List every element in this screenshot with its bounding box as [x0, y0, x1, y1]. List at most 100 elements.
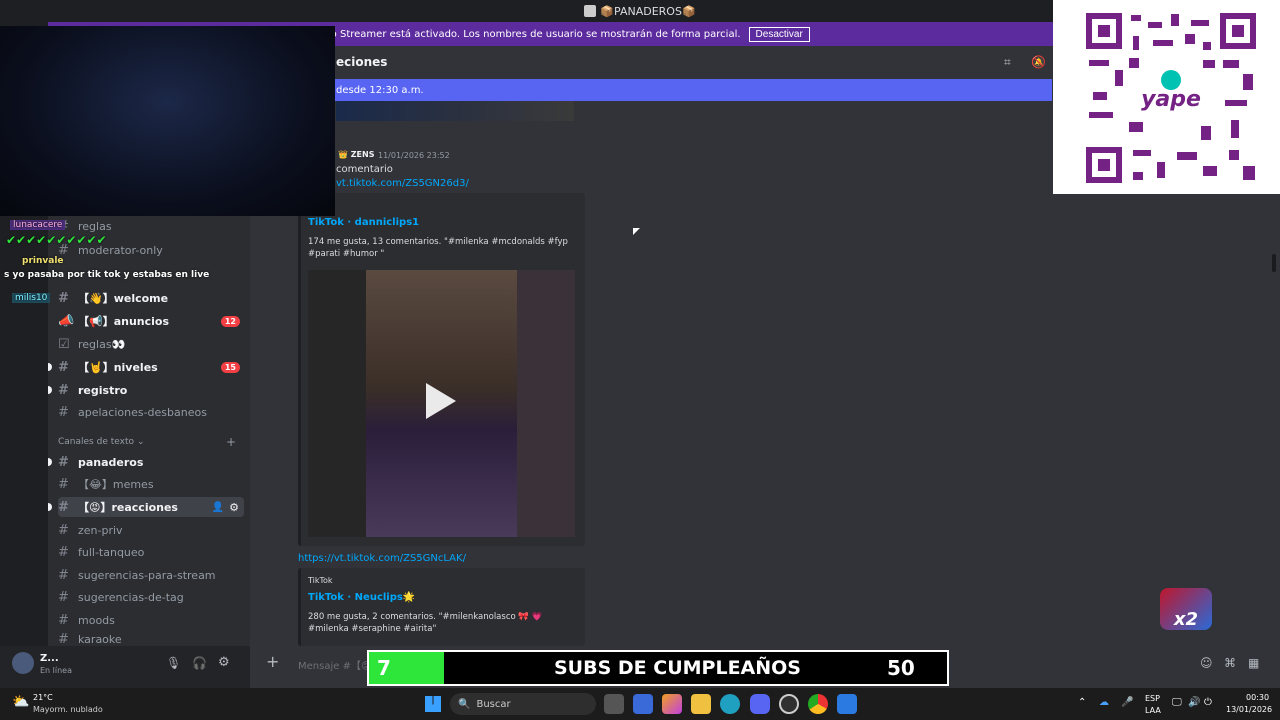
battery-icon[interactable]: ⏻	[1204, 697, 1212, 708]
mic-tray-icon[interactable]: 🎤	[1121, 697, 1133, 708]
rules-icon: ☑	[58, 336, 70, 352]
text-channel-icon: #	[58, 632, 69, 646]
headphones-icon[interactable]: 🎧	[192, 656, 207, 670]
store-icon[interactable]	[633, 694, 653, 714]
user-panel	[0, 646, 250, 688]
previous-video-thumbnail[interactable]	[336, 101, 574, 121]
channel-sugerencias-tag[interactable]: # sugerencias-de-tag	[58, 587, 244, 607]
copilot-icon[interactable]	[662, 694, 682, 714]
settings-gear-icon[interactable]: ⚙	[218, 655, 230, 670]
user-name: Z...	[40, 653, 59, 664]
gift-icon[interactable]: ☺	[1200, 656, 1213, 670]
network-icon[interactable]: 🖵	[1172, 697, 1182, 708]
embed-description-2: 280 me gusta, 2 comentarios. "#milenkano…	[308, 612, 543, 634]
message-author-badge: 👑 ZENS	[338, 150, 375, 159]
gear-icon[interactable]: ⚙	[229, 501, 239, 514]
text-channel-icon: #	[58, 404, 69, 420]
clock-time[interactable]: 00:30	[1246, 693, 1269, 702]
channel-moods[interactable]: # moods	[58, 610, 244, 630]
subs-title: SUBS DE CUMPLEAÑOS	[554, 657, 801, 679]
chat-username: lunacacere	[10, 220, 66, 230]
language-code[interactable]: ESP	[1145, 694, 1160, 703]
new-messages-bar[interactable]: desde 12:30 a.m.	[250, 79, 1052, 101]
task-view-icon[interactable]	[604, 694, 624, 714]
subs-goal: 50	[887, 656, 915, 680]
text-channel-icon: #	[58, 382, 69, 398]
channel-niveles[interactable]: # 【🤘】 niveles 15	[48, 357, 244, 377]
subs-goal-overlay: 7 SUBS DE CUMPLEAÑOS 50	[367, 650, 949, 686]
weather-temp: 21°C	[33, 693, 53, 702]
channel-full-tanqueo[interactable]: # full-tanqueo	[58, 542, 244, 562]
tray-chevron-icon[interactable]: ⌃	[1078, 697, 1086, 708]
file-explorer-icon[interactable]	[691, 694, 711, 714]
channel-memes[interactable]: # 【😂】 memes	[58, 474, 244, 494]
multiplier-label: x2	[1173, 609, 1199, 630]
apps-icon[interactable]: ⌘	[1224, 656, 1236, 670]
channel-zen-priv[interactable]: # zen-priv	[58, 520, 244, 540]
chat-username: milis10	[12, 293, 51, 303]
embed-title[interactable]: TikTok · danniclips1	[308, 217, 419, 228]
edge-icon[interactable]	[720, 694, 740, 714]
streamer-banner-text: El modo Streamer está activado. Los nomb…	[296, 28, 741, 40]
message-link[interactable]: vt.tiktok.com/ZS5GN26d3/	[336, 178, 469, 189]
mention-badge: 15	[220, 361, 240, 373]
embed-description: 174 me gusta, 13 comentarios. "#milenka …	[308, 237, 568, 259]
play-icon[interactable]	[426, 383, 456, 419]
channel-title: eciones	[336, 55, 388, 69]
weather-icon[interactable]: ⛅	[12, 694, 29, 710]
channel-karaoke[interactable]: # karaoke	[58, 632, 244, 646]
text-channel-icon: #	[58, 476, 69, 492]
channel-reglas2[interactable]: ☑ reglas👀	[58, 334, 244, 354]
discord-icon[interactable]	[750, 694, 770, 714]
taskbar-search[interactable]: 🔍 Buscar	[450, 693, 596, 715]
embed-title-2[interactable]: TikTok · Neuclips🌟	[308, 592, 415, 603]
text-channel-icon: #	[58, 589, 69, 605]
sticker-icon[interactable]: ▦	[1248, 656, 1259, 670]
channel-apelaciones[interactable]: # apelaciones-desbaneos	[58, 402, 244, 422]
volume-icon[interactable]: 🔊	[1188, 697, 1200, 708]
chrome-icon[interactable]	[808, 694, 828, 714]
text-channel-icon: #	[58, 499, 69, 515]
mouse-cursor-icon	[633, 228, 640, 235]
embed-provider: TikTok	[308, 576, 333, 585]
server-icon	[584, 5, 597, 17]
chat-message: s yo pasaba por tik tok y estabas en liv…	[4, 270, 210, 280]
subs-count: 7	[369, 652, 444, 684]
message-link-2[interactable]: https://vt.tiktok.com/ZS5GNcLAK/	[298, 553, 466, 564]
deactivate-button[interactable]: Desactivar	[748, 26, 810, 42]
video-frame-right	[517, 270, 575, 537]
mute-icon[interactable]: 🔕	[1031, 55, 1046, 69]
windows-start-icon[interactable]	[425, 696, 441, 712]
search-icon: 🔍	[458, 698, 471, 710]
channel-panaderos[interactable]: # panaderos	[48, 452, 244, 472]
clock-date[interactable]: 13/01/2026	[1226, 705, 1272, 714]
tiktok-video-thumbnail[interactable]	[308, 270, 575, 537]
invite-icon[interactable]: 👤	[212, 502, 224, 513]
add-channel-icon[interactable]: +	[226, 435, 236, 449]
channel-sugerencias-stream[interactable]: # sugerencias-para-stream	[58, 565, 244, 585]
text-channel-icon: #	[58, 544, 69, 560]
app-icon[interactable]	[837, 694, 857, 714]
multiplier-badge: x2	[1160, 588, 1212, 630]
svg-text:yape: yape	[1141, 87, 1201, 112]
window-title: 📦PANADEROS📦	[600, 4, 696, 18]
onedrive-icon[interactable]: ☁	[1099, 697, 1109, 708]
user-status: En línea	[40, 666, 73, 675]
text-channel-icon: #	[58, 522, 69, 538]
channel-header: eciones	[250, 46, 1050, 78]
obs-icon[interactable]	[779, 694, 799, 714]
microphone-icon[interactable]: 🎙	[166, 656, 181, 670]
video-frame-left	[308, 270, 366, 537]
message-timestamp: 11/01/2026 23:52	[378, 151, 450, 160]
avatar[interactable]	[12, 652, 34, 674]
chat-scrollbar[interactable]	[1272, 254, 1276, 272]
category-text-channels[interactable]: Canales de texto ⌄ +	[58, 433, 244, 451]
text-channel-icon: #	[58, 454, 69, 470]
channel-registro[interactable]: # registro	[48, 380, 244, 400]
threads-icon[interactable]: ⌗	[1004, 55, 1011, 70]
add-attachment-icon[interactable]: +	[266, 652, 279, 671]
channel-reacciones[interactable]: # 【😡】 reacciones 👤 ⚙	[48, 497, 244, 517]
yape-qr-code: yape	[1053, 0, 1280, 194]
language-layout[interactable]: LAA	[1145, 706, 1161, 715]
text-channel-icon: #	[58, 567, 69, 583]
